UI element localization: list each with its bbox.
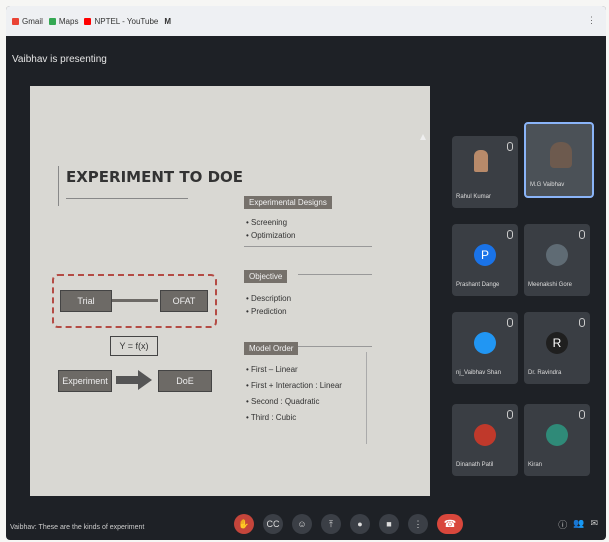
avatar [546, 244, 568, 266]
participant-name: Prashant Dange [456, 282, 500, 288]
section-header-designs: Experimental Designs [244, 196, 332, 209]
participant-tile[interactable]: Rahul Kumar [452, 136, 518, 208]
trial-box: Trial [60, 290, 112, 312]
captions-button[interactable]: CC [263, 514, 283, 534]
participant-tile[interactable]: Meenakshi Gore [524, 224, 590, 296]
ofat-box: OFAT [160, 290, 208, 312]
raise-hand-button[interactable]: ✋ [234, 514, 254, 534]
participant-name: nj_Vaibhav Shan [456, 370, 501, 376]
participant-name: Kiran [528, 462, 543, 468]
youtube-icon [84, 17, 92, 25]
mic-off-icon [579, 410, 585, 419]
participant-tile[interactable]: Kiran [524, 404, 590, 476]
participant-name: Dinanath Patil [456, 462, 494, 468]
chat-icon[interactable]: ✉ [590, 518, 598, 531]
model-order-bullets: • First – Linear • First + Interaction :… [246, 365, 342, 422]
bottom-right-tools: ⓘ 👥 ✉ [558, 518, 598, 531]
equation-box: Y = f(x) [110, 336, 158, 356]
avatar [474, 332, 496, 354]
info-icon[interactable]: ⓘ [558, 518, 567, 531]
avatar: P [474, 244, 496, 266]
mic-off-icon [507, 142, 513, 151]
shared-slide: EXPERIMENT TO DOE Trial OFAT Y = f(x) Ex… [30, 86, 430, 496]
participant-name: M.G Vaibhav [530, 182, 565, 188]
camera-button[interactable]: ■ [379, 514, 399, 534]
participant-tile-active[interactable]: M.G Vaibhav [524, 122, 594, 198]
mic-off-icon [579, 318, 585, 327]
participant-name: Meenakshi Gore [528, 282, 573, 288]
doe-box: DoE [158, 370, 212, 392]
meet-window: Gmail Maps NPTEL - YouTube M ⋮ Vaibhav i… [6, 6, 606, 540]
bookmark-gmail[interactable]: Gmail [12, 17, 43, 26]
experiment-box: Experiment [58, 370, 112, 392]
arrow-icon [116, 370, 152, 390]
presenting-label: Vaibhav is presenting [12, 54, 107, 65]
more-icon[interactable]: ⋮ [587, 15, 596, 26]
objective-bullets: • Description • Prediction [246, 294, 292, 316]
emoji-button[interactable]: ☺ [292, 514, 312, 534]
participant-tile[interactable]: R Dr. Ravindra [524, 312, 590, 384]
mic-off-icon [507, 230, 513, 239]
participant-name: Rahul Kumar [456, 194, 492, 200]
bookmarks-bar: Gmail Maps NPTEL - YouTube M ⋮ [6, 6, 606, 36]
participant-tile[interactable]: P Prashant Dange [452, 224, 518, 296]
avatar [474, 424, 496, 446]
gmail-icon [12, 17, 19, 25]
bookmark-maps[interactable]: Maps [48, 17, 78, 26]
title-rule [66, 198, 188, 199]
model-order-underline [298, 346, 372, 347]
designs-underline [244, 246, 372, 247]
hand-icon [474, 150, 488, 172]
model-order-sideline [366, 352, 367, 444]
mic-off-icon [507, 318, 513, 327]
participant-name: Dr. Ravindra [528, 370, 562, 376]
bookmark-youtube[interactable]: NPTEL - YouTube [84, 17, 158, 26]
mic-off-icon [579, 230, 585, 239]
end-call-button[interactable]: ☎ [437, 514, 463, 534]
bookmark-m[interactable]: M [164, 17, 171, 26]
maps-icon [48, 17, 56, 25]
call-controls: ✋ CC ☺ ⤒ ● ■ ⋮ ☎ [234, 514, 463, 534]
present-button[interactable]: ⤒ [321, 514, 341, 534]
mouse-pointer-icon [420, 134, 426, 140]
more-options-button[interactable]: ⋮ [408, 514, 428, 534]
avatar [546, 424, 568, 446]
section-header-objective: Objective [244, 270, 288, 283]
mic-button[interactable]: ● [350, 514, 370, 534]
people-icon[interactable]: 👥 [573, 518, 584, 531]
objective-underline [298, 274, 372, 275]
mic-off-icon [507, 410, 513, 419]
participant-tile[interactable]: nj_Vaibhav Shan [452, 312, 518, 384]
participant-tile[interactable]: Dinanath Patil [452, 404, 518, 476]
trial-ofat-link [112, 299, 158, 302]
section-header-model-order: Model Order [244, 342, 299, 355]
live-caption: Vaibhav: These are the kinds of experime… [10, 524, 145, 531]
video-feed [550, 142, 572, 168]
designs-bullets: • Screening • Optimization [246, 218, 296, 240]
slide-title: EXPERIMENT TO DOE [66, 168, 244, 186]
avatar: R [546, 332, 568, 354]
title-rule-vertical [58, 166, 59, 206]
